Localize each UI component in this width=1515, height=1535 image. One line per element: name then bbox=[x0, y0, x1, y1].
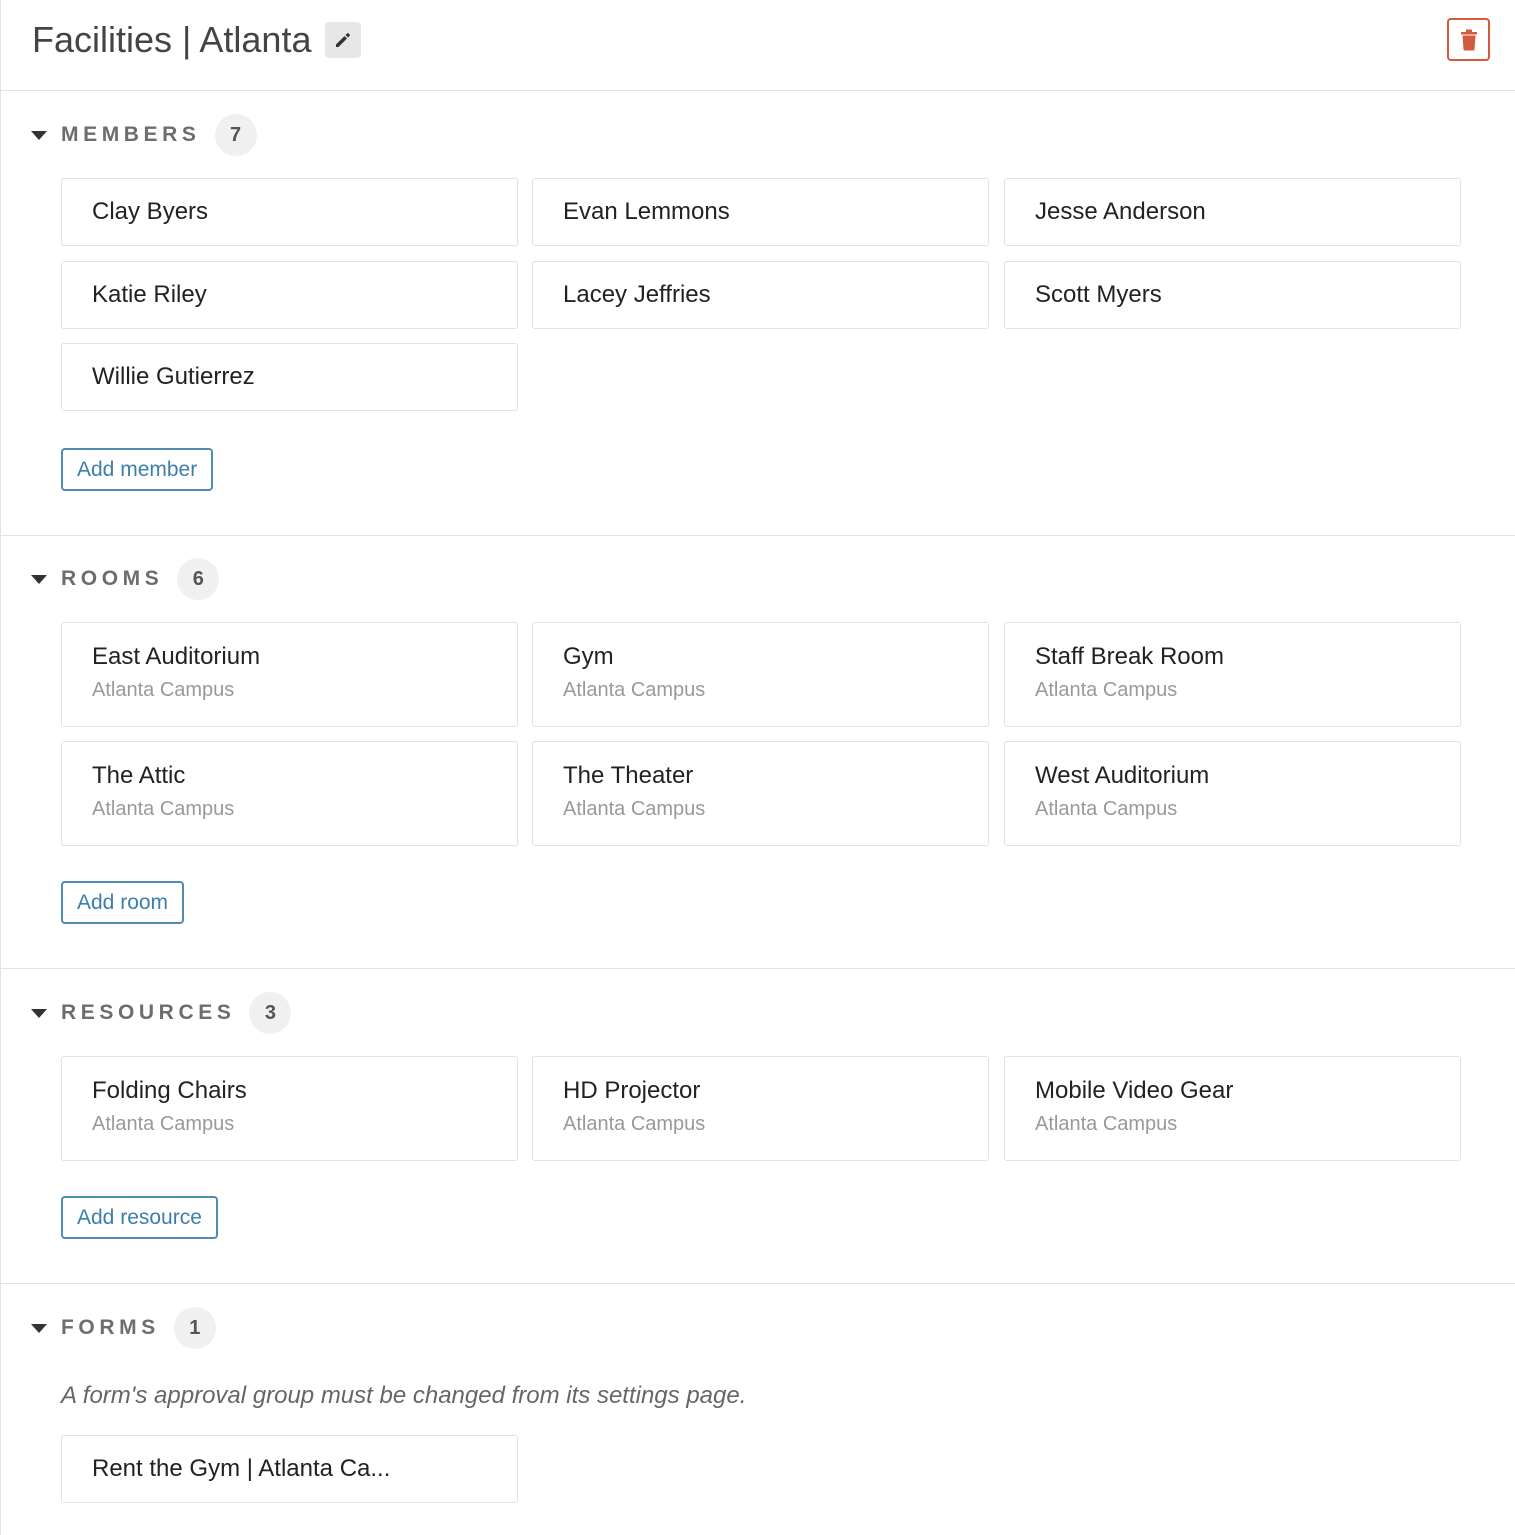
resource-name: Folding Chairs bbox=[92, 1077, 247, 1104]
resources-section: RESOURCES 3 Folding Chairs Atlanta Campus… bbox=[1, 969, 1515, 1284]
member-name: Jesse Anderson bbox=[1035, 198, 1206, 225]
count-badge: 7 bbox=[214, 114, 257, 156]
room-card[interactable]: East Auditorium Atlanta Campus bbox=[61, 622, 518, 727]
room-name: West Auditorium bbox=[1035, 762, 1210, 789]
section-label: MEMBERS bbox=[61, 123, 201, 146]
collapse-caret-icon[interactable] bbox=[31, 574, 47, 584]
room-card[interactable]: West Auditorium Atlanta Campus bbox=[1004, 741, 1461, 846]
trash-icon bbox=[1460, 29, 1477, 50]
resource-name: HD Projector bbox=[563, 1077, 701, 1104]
rooms-header: ROOMS 6 bbox=[31, 558, 220, 600]
room-name: The Attic bbox=[92, 762, 186, 789]
collapse-caret-icon[interactable] bbox=[31, 1323, 47, 1333]
resource-campus: Atlanta Campus bbox=[1035, 1113, 1178, 1135]
group-detail-page: Facilities | Atlanta MEMBERS 7 Clay Byer… bbox=[0, 0, 1515, 1535]
member-name: Scott Myers bbox=[1035, 281, 1162, 308]
member-card[interactable]: Jesse Anderson bbox=[1004, 178, 1461, 246]
resource-campus: Atlanta Campus bbox=[92, 1113, 235, 1135]
member-name: Willie Gutierrez bbox=[92, 363, 255, 390]
room-name: Staff Break Room bbox=[1035, 643, 1224, 670]
members-header: MEMBERS 7 bbox=[31, 114, 257, 156]
room-campus: Atlanta Campus bbox=[563, 798, 706, 820]
resource-card[interactable]: HD Projector Atlanta Campus bbox=[532, 1056, 989, 1161]
add-resource-button[interactable]: Add resource bbox=[61, 1196, 218, 1239]
forms-header: FORMS 1 bbox=[31, 1307, 216, 1349]
count-badge: 1 bbox=[173, 1307, 216, 1349]
form-name: Rent the Gym | Atlanta Ca... bbox=[92, 1455, 391, 1482]
add-member-button[interactable]: Add member bbox=[61, 448, 214, 491]
page-title: Facilities | Atlanta bbox=[32, 19, 312, 60]
member-card[interactable]: Scott Myers bbox=[1004, 261, 1461, 329]
member-card[interactable]: Evan Lemmons bbox=[532, 178, 989, 246]
pencil-icon bbox=[336, 33, 350, 47]
collapse-caret-icon[interactable] bbox=[31, 130, 47, 140]
member-card[interactable]: Lacey Jeffries bbox=[532, 261, 989, 329]
form-card[interactable]: Rent the Gym | Atlanta Ca... bbox=[61, 1435, 518, 1503]
forms-note: A form's approval group must be changed … bbox=[61, 1382, 747, 1409]
member-card[interactable]: Katie Riley bbox=[61, 261, 518, 329]
room-campus: Atlanta Campus bbox=[92, 679, 235, 701]
resources-header: RESOURCES 3 bbox=[31, 992, 292, 1034]
member-name: Clay Byers bbox=[92, 198, 209, 225]
room-campus: Atlanta Campus bbox=[563, 679, 706, 701]
member-name: Katie Riley bbox=[92, 281, 207, 308]
room-campus: Atlanta Campus bbox=[1035, 798, 1178, 820]
edit-title-button[interactable] bbox=[325, 22, 361, 58]
collapse-caret-icon[interactable] bbox=[31, 1008, 47, 1018]
member-name: Lacey Jeffries bbox=[563, 281, 711, 308]
room-name: East Auditorium bbox=[92, 643, 261, 670]
room-campus: Atlanta Campus bbox=[92, 798, 235, 820]
count-badge: 3 bbox=[249, 992, 292, 1034]
section-label: RESOURCES bbox=[61, 1001, 236, 1024]
resource-card[interactable]: Mobile Video Gear Atlanta Campus bbox=[1004, 1056, 1461, 1161]
resource-card[interactable]: Folding Chairs Atlanta Campus bbox=[61, 1056, 518, 1161]
member-card[interactable]: Willie Gutierrez bbox=[61, 343, 518, 411]
resource-campus: Atlanta Campus bbox=[563, 1113, 706, 1135]
section-label: FORMS bbox=[61, 1316, 160, 1339]
room-card[interactable]: Staff Break Room Atlanta Campus bbox=[1004, 622, 1461, 727]
room-campus: Atlanta Campus bbox=[1035, 679, 1178, 701]
room-card[interactable]: Gym Atlanta Campus bbox=[532, 622, 989, 727]
count-badge: 6 bbox=[177, 558, 220, 600]
rooms-section: ROOMS 6 East Auditorium Atlanta Campus Gy… bbox=[1, 536, 1515, 969]
page-header: Facilities | Atlanta bbox=[1, 0, 1515, 91]
delete-group-button[interactable] bbox=[1447, 18, 1490, 61]
add-room-button[interactable]: Add room bbox=[61, 881, 185, 924]
room-card[interactable]: The Theater Atlanta Campus bbox=[532, 741, 989, 846]
room-name: The Theater bbox=[563, 762, 694, 789]
member-name: Evan Lemmons bbox=[563, 198, 730, 225]
resource-name: Mobile Video Gear bbox=[1035, 1077, 1234, 1104]
members-section: MEMBERS 7 Clay Byers Evan Lemmons Jesse … bbox=[1, 91, 1515, 536]
room-name: Gym bbox=[563, 643, 614, 670]
member-card[interactable]: Clay Byers bbox=[61, 178, 518, 246]
room-card[interactable]: The Attic Atlanta Campus bbox=[61, 741, 518, 846]
section-label: ROOMS bbox=[61, 567, 164, 590]
